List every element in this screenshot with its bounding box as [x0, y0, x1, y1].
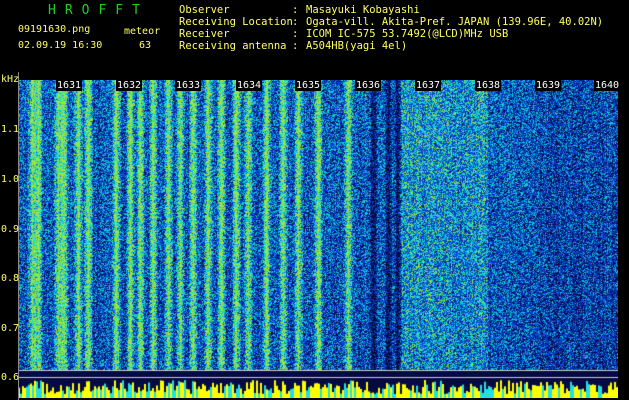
time-mark: 1633: [175, 80, 202, 91]
header-panel: HROFFT 09191630.png 02.09.19 16:30 meteo…: [0, 0, 629, 72]
file-name: 09191630.png: [18, 24, 91, 35]
time-mark: 1632: [116, 80, 143, 91]
time-mark: 1639: [535, 80, 562, 91]
y-tick-label: 0.6: [1, 372, 20, 383]
receiver-value: ICOM IC-575 53.7492(@LCD)MHz USB: [306, 28, 509, 40]
axis-unit: kHz: [1, 74, 20, 85]
receiver-colon: :: [292, 28, 299, 40]
antenna-colon: :: [292, 40, 299, 52]
time-mark: 1638: [475, 80, 502, 91]
meteor-count: 63: [139, 40, 152, 51]
antenna-label: Receiving antenna: [179, 40, 287, 52]
y-tick-label: 1.1: [1, 124, 20, 135]
time-mark: 1637: [415, 80, 442, 91]
receiver-label: Receiver: [179, 28, 230, 40]
time-mark: 1640: [594, 80, 621, 91]
time-mark: 1634: [236, 80, 263, 91]
time-mark: 1636: [355, 80, 382, 91]
y-tick-label: 0.8: [1, 273, 20, 284]
y-tick-label: 0.7: [1, 323, 20, 334]
y-tick-label: 1.0: [1, 174, 20, 185]
y-tick-label: 0.9: [1, 224, 20, 235]
antenna-value: A504HB(yagi 4el): [306, 40, 408, 52]
time-mark: 1631: [56, 80, 83, 91]
timestamp: 02.09.19 16:30: [18, 40, 103, 51]
meteor-label: meteor: [124, 26, 161, 37]
location-label: Receiving Location: [179, 16, 293, 28]
spectrogram-frame: [18, 72, 619, 400]
observer-colon: :: [292, 4, 299, 16]
location-colon: :: [292, 16, 299, 28]
app-logo: HROFFT: [48, 3, 149, 18]
time-mark: 1635: [295, 80, 322, 91]
location-value: Ogata-vill. Akita-Pref. JAPAN (139.96E, …: [306, 16, 604, 28]
observer-label: Observer: [179, 4, 230, 16]
observer-value: Masayuki Kobayashi: [306, 4, 420, 16]
